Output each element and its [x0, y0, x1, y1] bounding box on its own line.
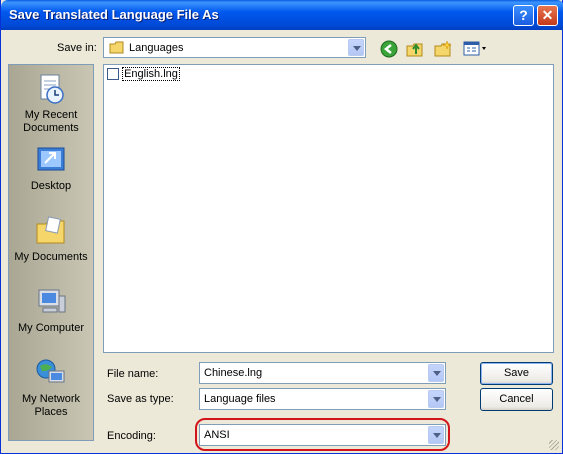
desktop-icon	[37, 147, 65, 171]
save-in-label: Save in:	[57, 42, 97, 54]
recent-documents-icon	[40, 74, 64, 104]
save-button[interactable]: Save	[480, 362, 553, 385]
chevron-down-icon[interactable]	[428, 390, 444, 408]
place-my-documents[interactable]: My Documents	[9, 215, 93, 264]
chevron-down-icon[interactable]	[348, 39, 364, 56]
resize-grip[interactable]	[549, 440, 559, 450]
save-as-type-label: Save as type:	[107, 393, 174, 405]
computer-icon	[38, 289, 66, 313]
encoding-label: Encoding:	[107, 430, 156, 442]
network-icon	[36, 359, 65, 383]
chevron-down-icon[interactable]	[428, 364, 444, 382]
save-in-dropdown[interactable]: Languages	[103, 37, 366, 58]
list-item[interactable]: English.lng	[107, 67, 180, 82]
places-bar: My Recent Documents Desktop My Documents	[8, 64, 94, 441]
place-my-recent-documents[interactable]: My Recent Documents	[9, 73, 93, 135]
highlight-outline	[195, 418, 450, 451]
place-label: Desktop	[30, 180, 72, 192]
place-label: My Documents	[14, 251, 88, 263]
up-folder-icon[interactable]	[406, 40, 424, 58]
file-name: English.lng	[122, 67, 180, 82]
save-dialog: Save Translated Language File As ? ✕ Sav…	[0, 0, 563, 454]
save-in-value: Languages	[129, 42, 184, 54]
place-my-network-places[interactable]: My Network Places	[9, 357, 93, 419]
title-bar[interactable]: Save Translated Language File As ? ✕	[1, 0, 563, 30]
file-name-label: File name:	[107, 368, 159, 380]
documents-folder-icon	[36, 216, 65, 244]
new-folder-icon[interactable]	[434, 40, 452, 58]
view-menu-icon[interactable]	[463, 40, 491, 58]
file-icon	[107, 68, 119, 81]
help-icon: ?	[519, 7, 528, 23]
file-name-value: Chinese.lng	[204, 367, 263, 379]
place-label: My Network Places	[21, 393, 81, 418]
place-label: My Recent Documents	[23, 109, 79, 134]
place-desktop[interactable]: Desktop	[9, 144, 93, 193]
close-icon: ✕	[541, 7, 554, 23]
file-name-field[interactable]: Chinese.lng	[199, 362, 446, 384]
back-icon[interactable]	[380, 40, 398, 58]
folder-icon	[109, 41, 124, 54]
save-as-type-dropdown[interactable]: Language files	[199, 388, 446, 410]
help-button[interactable]: ?	[513, 5, 534, 26]
window-title: Save Translated Language File As	[9, 7, 219, 22]
close-button[interactable]: ✕	[537, 5, 558, 26]
place-label: My Computer	[17, 322, 85, 334]
cancel-button[interactable]: Cancel	[480, 388, 553, 411]
file-list[interactable]: English.lng	[103, 64, 554, 353]
place-my-computer[interactable]: My Computer	[9, 286, 93, 335]
save-as-type-value: Language files	[204, 393, 276, 405]
